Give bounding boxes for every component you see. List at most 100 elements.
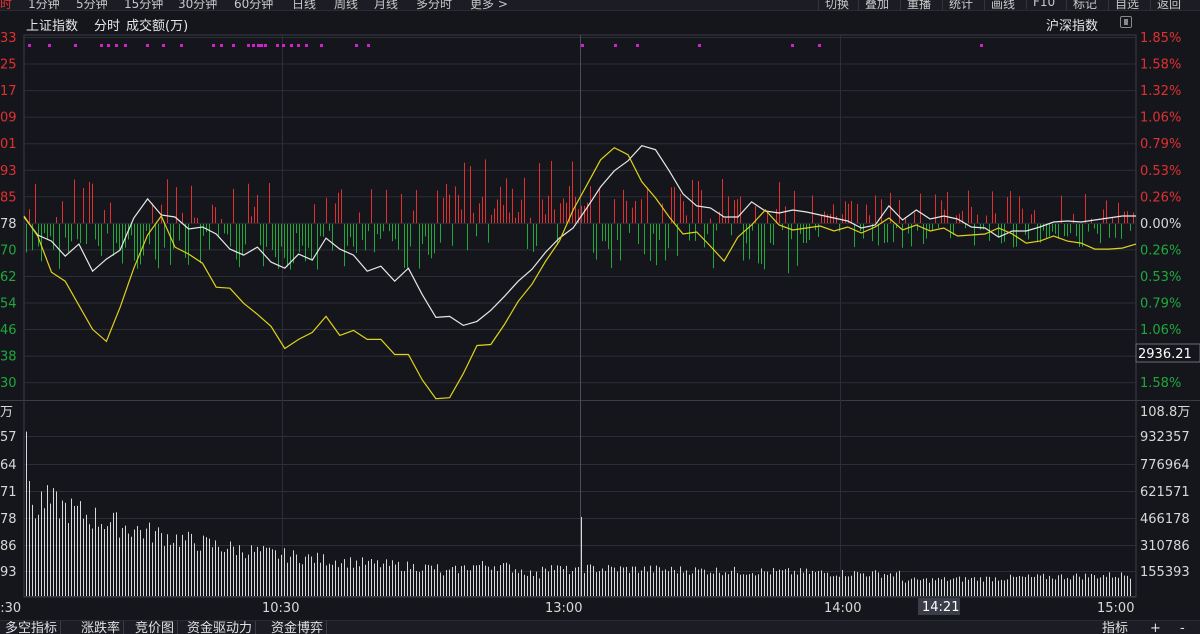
volume-bar — [737, 573, 738, 596]
breadth-bar-down — [1088, 224, 1089, 232]
volume-bar — [515, 569, 516, 596]
breadth-bar-up — [257, 194, 258, 223]
volume-bar — [191, 533, 192, 596]
remove-button[interactable]: - — [1180, 621, 1185, 634]
volume-bar — [89, 524, 90, 596]
breadth-bar-up — [530, 217, 531, 223]
volume-bar — [1085, 573, 1086, 596]
volume-bar — [461, 566, 462, 596]
volume-bar — [251, 545, 252, 596]
breadth-bar-up — [977, 214, 978, 223]
breadth-bar-down — [596, 224, 597, 260]
breadth-bar-up — [824, 211, 825, 223]
tab-up-down-rate[interactable]: 涨跌率 — [78, 621, 125, 634]
volume-bar — [233, 546, 234, 596]
volume-bar — [485, 565, 486, 596]
breadth-bar-down — [149, 224, 150, 245]
breadth-bar-down — [788, 224, 789, 274]
volume-bar — [134, 529, 135, 596]
breadth-bar-down — [134, 224, 135, 261]
volume-bar — [755, 575, 756, 596]
volume-bar — [197, 550, 198, 596]
breadth-bar-down — [425, 224, 426, 237]
breadth-bar-down — [356, 224, 357, 253]
volume-bar — [710, 572, 711, 596]
breadth-bar-up — [326, 197, 327, 223]
volume-bar — [620, 566, 621, 596]
breadth-bar-up — [566, 202, 567, 223]
volume-bar — [824, 572, 825, 596]
volume-bar — [602, 568, 603, 596]
time-label: 9:30 — [0, 601, 21, 616]
breadth-bar-down — [344, 224, 345, 267]
tab-auction[interactable]: 竞价图 — [132, 621, 179, 634]
breadth-bar-down — [620, 224, 621, 261]
breadth-bar-down — [1016, 224, 1017, 247]
volume-bar — [302, 564, 303, 596]
volume-bar — [314, 562, 315, 596]
volume-bar — [278, 558, 279, 596]
breadth-bar-down — [1025, 224, 1026, 235]
volume-bar — [749, 574, 750, 596]
volume-bar — [179, 546, 180, 596]
breadth-bar-down — [1037, 224, 1038, 243]
volume-bar — [1130, 578, 1131, 596]
breadth-bar-up — [152, 203, 153, 223]
breadth-bar-up — [413, 210, 414, 223]
volume-bar — [983, 581, 984, 596]
tab-capital-drive[interactable]: 资金驱动力 — [184, 621, 257, 634]
breadth-bar-down — [389, 224, 390, 232]
signal-dot — [212, 44, 215, 47]
volume-bar — [269, 547, 270, 596]
volume-bar — [200, 550, 201, 596]
breadth-bar-down — [404, 224, 405, 268]
volume-bar — [1043, 573, 1044, 596]
volume-bar — [1079, 576, 1080, 596]
breadth-bar-up — [698, 181, 699, 223]
volume-bar — [425, 564, 426, 596]
volume-bar — [608, 565, 609, 596]
intraday-chart[interactable]: 33 25 17 09 01 93 85 78 70 62 54 46 38 30 1.85% 1.58% 1.… — [0, 0, 1200, 620]
breadth-bar-up — [215, 207, 216, 223]
breadth-bar-up — [269, 183, 270, 223]
volume-bar — [896, 572, 897, 596]
breadth-bar-up — [503, 205, 504, 223]
breadth-bar-down — [65, 224, 66, 238]
breadth-bar-down — [677, 224, 678, 256]
breadth-bar-up — [542, 199, 543, 223]
volume-bar — [1109, 572, 1110, 596]
breadth-bar-down — [353, 224, 354, 247]
breadth-bar-up — [851, 200, 852, 223]
volume-bar — [260, 551, 261, 596]
breadth-bar-down — [743, 224, 744, 261]
tab-long-short[interactable]: 多空指标 — [2, 621, 62, 634]
breadth-bar-up — [959, 213, 960, 223]
volume-bar — [578, 567, 579, 596]
add-button[interactable]: + — [1150, 621, 1161, 634]
breadth-bar-down — [395, 224, 396, 240]
volume-bar — [566, 565, 567, 596]
volume-bar — [494, 566, 495, 596]
volume-bar — [287, 562, 288, 596]
tab-capital-game[interactable]: 资金博弈 — [268, 621, 328, 634]
volume-bar — [1007, 579, 1008, 596]
volume-bar — [1031, 577, 1032, 596]
volume-bar — [335, 560, 336, 596]
indicator-button[interactable]: 指标 — [1102, 621, 1128, 634]
breadth-bar-up — [941, 200, 942, 223]
volume-bar — [818, 570, 819, 596]
breadth-bar-down — [770, 224, 771, 244]
volume-bar — [932, 578, 933, 596]
volume-bar — [683, 572, 684, 596]
signal-dot — [162, 44, 165, 47]
volume-bar — [890, 573, 891, 596]
volume-bar — [1058, 575, 1059, 596]
volume-bar — [938, 577, 939, 596]
volume-bar — [629, 572, 630, 596]
volume-bar — [923, 578, 924, 596]
breadth-bar-up — [869, 215, 870, 223]
volume-bar — [1028, 574, 1029, 596]
volume-bar — [980, 577, 981, 596]
breadth-bar-down — [638, 224, 639, 245]
volume-tick-left: 93 — [0, 565, 17, 580]
